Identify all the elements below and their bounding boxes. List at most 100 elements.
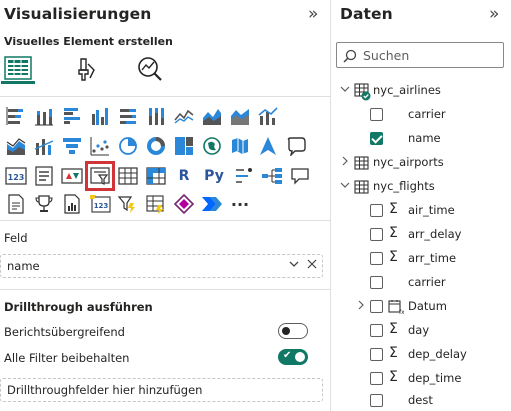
card-icon[interactable]: 123 bbox=[4, 164, 28, 188]
sum-icon: Σ bbox=[389, 369, 398, 385]
paginated-report-icon[interactable] bbox=[60, 192, 84, 216]
collapse-data-pane-icon[interactable]: » bbox=[489, 4, 499, 24]
field-row-dep-time[interactable]: Σ dep_time bbox=[332, 367, 511, 391]
field-checkbox[interactable] bbox=[370, 108, 383, 121]
r-visual-icon[interactable]: R bbox=[172, 164, 196, 188]
table-icon bbox=[354, 179, 370, 199]
field-checkbox[interactable] bbox=[370, 204, 383, 217]
qna-icon[interactable] bbox=[288, 164, 312, 188]
donut-chart-icon[interactable] bbox=[144, 134, 168, 158]
shape-map-icon[interactable] bbox=[284, 134, 308, 158]
pie-chart-icon[interactable] bbox=[116, 134, 140, 158]
slicer-icon[interactable] bbox=[85, 161, 115, 191]
goals-table-icon[interactable] bbox=[144, 192, 168, 216]
field-row-arr-delay[interactable]: Σ arr_delay bbox=[332, 223, 511, 247]
field-row-name[interactable]: name bbox=[332, 127, 511, 151]
search-input[interactable]: Suchen bbox=[336, 42, 504, 68]
smart-narrative-icon[interactable] bbox=[4, 192, 28, 216]
analytics-icon[interactable] bbox=[133, 54, 167, 84]
power-apps-icon[interactable] bbox=[172, 192, 196, 216]
field-checkbox[interactable] bbox=[370, 228, 383, 241]
table-name: nyc_flights bbox=[373, 179, 435, 193]
keep-filters-toggle[interactable]: ✔ bbox=[278, 349, 308, 365]
field-name: name bbox=[408, 131, 441, 145]
metrics-filter-icon[interactable] bbox=[116, 192, 140, 216]
drillthrough-section-label: Drillthrough ausführen bbox=[4, 300, 153, 314]
field-checkbox[interactable] bbox=[370, 276, 383, 289]
funnel-chart-icon[interactable] bbox=[60, 134, 84, 158]
field-section-label: Feld bbox=[4, 231, 28, 245]
field-checkbox[interactable] bbox=[370, 394, 383, 407]
field-row-day[interactable]: Σ day bbox=[332, 319, 511, 343]
stacked-column-chart-icon[interactable] bbox=[32, 104, 56, 128]
field-name: dep_time bbox=[408, 371, 462, 385]
table-row-nyc-airports[interactable]: nyc_airports bbox=[332, 151, 511, 175]
field-checkbox[interactable] bbox=[370, 252, 383, 265]
collapse-visualizations-icon[interactable]: » bbox=[308, 4, 318, 24]
power-automate-icon[interactable] bbox=[200, 192, 224, 216]
build-visual-icon[interactable] bbox=[1, 54, 35, 84]
field-checkbox[interactable] bbox=[370, 372, 383, 385]
field-name: Datum bbox=[408, 299, 447, 313]
table-row-nyc-flights[interactable]: nyc_flights bbox=[332, 175, 511, 199]
field-row-dep-delay[interactable]: Σ dep_delay bbox=[332, 343, 511, 367]
map-icon[interactable] bbox=[200, 134, 224, 158]
field-row-dest[interactable]: dest bbox=[332, 389, 511, 411]
field-well[interactable]: name bbox=[0, 254, 323, 278]
field-checkbox[interactable] bbox=[370, 348, 383, 361]
line-and-column-chart-icon[interactable] bbox=[256, 104, 280, 128]
clustered-bar-chart-icon[interactable] bbox=[60, 104, 84, 128]
100-percent-bar-chart-icon[interactable] bbox=[116, 104, 140, 128]
chevron-down-icon[interactable] bbox=[340, 84, 350, 97]
filled-map-icon[interactable] bbox=[228, 134, 252, 158]
chevron-down-icon[interactable] bbox=[340, 180, 350, 193]
field-name: carrier bbox=[408, 275, 446, 289]
sum-icon: Σ bbox=[389, 249, 398, 265]
chevron-right-icon[interactable] bbox=[340, 156, 350, 169]
cross-report-toggle[interactable] bbox=[278, 323, 308, 339]
table-row-nyc-airlines[interactable]: nyc_airlines bbox=[332, 79, 511, 103]
field-row-air-time[interactable]: Σ air_time bbox=[332, 199, 511, 223]
scatter-chart-icon[interactable] bbox=[88, 134, 112, 158]
line-and-stacked-column-chart-icon[interactable] bbox=[4, 134, 28, 158]
search-icon bbox=[343, 48, 357, 67]
field-checkbox[interactable] bbox=[370, 324, 383, 337]
multi-row-card-icon[interactable] bbox=[32, 164, 56, 188]
chevron-right-icon[interactable] bbox=[356, 300, 366, 313]
azure-map-icon[interactable] bbox=[256, 134, 280, 158]
table-icon[interactable] bbox=[116, 164, 140, 188]
field-checkbox[interactable] bbox=[370, 300, 383, 313]
power-apps-card-label: 123 bbox=[94, 202, 109, 210]
python-visual-icon[interactable]: Py bbox=[200, 164, 228, 188]
stacked-area-chart-icon[interactable] bbox=[228, 104, 252, 128]
drillthrough-fields-placeholder: Drillthroughfelder hier hinzufügen bbox=[7, 383, 203, 397]
more-visuals-icon[interactable]: ··· bbox=[228, 192, 252, 216]
clustered-column-chart-icon[interactable] bbox=[88, 104, 112, 128]
format-visual-icon[interactable] bbox=[68, 54, 102, 84]
drillthrough-fields-well[interactable]: Drillthroughfelder hier hinzufügen bbox=[0, 378, 323, 402]
toggle-knob bbox=[282, 327, 290, 335]
remove-field-icon[interactable] bbox=[306, 258, 318, 273]
trophy-icon[interactable] bbox=[32, 192, 56, 216]
power-apps-card-icon[interactable]: 123 bbox=[88, 192, 112, 216]
kpi-icon[interactable] bbox=[60, 164, 84, 188]
ribbon-chart-icon[interactable] bbox=[32, 134, 56, 158]
matrix-icon[interactable] bbox=[144, 164, 168, 188]
keep-filters-label: Alle Filter beibehalten bbox=[4, 351, 130, 365]
line-chart-icon[interactable] bbox=[172, 104, 196, 128]
100-percent-column-chart-icon[interactable] bbox=[144, 104, 168, 128]
stacked-bar-chart-icon[interactable] bbox=[4, 104, 28, 128]
decomposition-tree-icon[interactable] bbox=[260, 164, 284, 188]
field-checkbox[interactable] bbox=[370, 132, 383, 145]
area-chart-icon[interactable] bbox=[200, 104, 224, 128]
field-row-datum[interactable]: fx Datum bbox=[332, 295, 511, 319]
treemap-icon[interactable] bbox=[172, 134, 196, 158]
field-row-arr-time[interactable]: Σ arr_time bbox=[332, 247, 511, 271]
key-influencers-icon[interactable] bbox=[232, 164, 256, 188]
data-pane-title: Daten bbox=[340, 5, 393, 23]
field-name: arr_delay bbox=[408, 227, 462, 241]
chevron-down-icon[interactable] bbox=[288, 258, 300, 273]
field-row-carrier[interactable]: carrier bbox=[332, 103, 511, 127]
field-row-carrier[interactable]: carrier bbox=[332, 271, 511, 295]
table-name: nyc_airlines bbox=[373, 83, 441, 97]
